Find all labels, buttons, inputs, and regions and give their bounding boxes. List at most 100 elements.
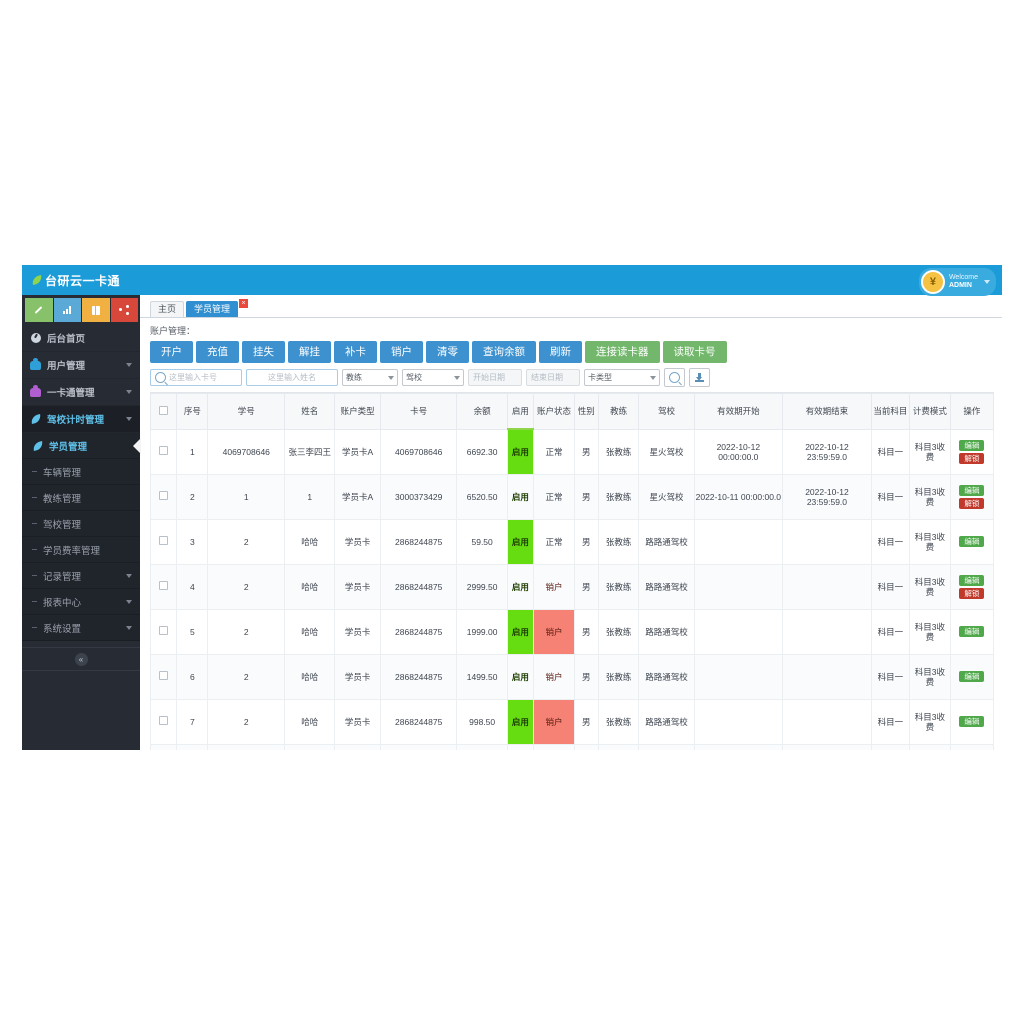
card-type-select[interactable]: 卡类型 <box>584 369 660 386</box>
replace-card-button[interactable]: 补卡 <box>334 341 377 363</box>
sidebar-item-record-management[interactable]: 记录管理 <box>22 563 140 589</box>
row-checkbox-cell[interactable] <box>150 518 178 565</box>
end-date-input[interactable]: 结束日期 <box>526 369 580 386</box>
search-name-input[interactable]: 这里输入姓名 <box>246 369 338 386</box>
cell-valid-to: 2022-10-12 23:59:59.0 <box>782 428 872 475</box>
tab-student-management[interactable]: 学员管理 <box>186 301 239 317</box>
edit-button[interactable]: 编辑 <box>959 671 985 682</box>
chevron-down-icon <box>126 625 132 630</box>
checkbox-icon[interactable] <box>159 491 169 500</box>
start-date-input[interactable]: 开始日期 <box>468 369 522 386</box>
leaf-icon <box>31 275 43 285</box>
col-valid-to: 有效期结束 <box>782 393 872 430</box>
data-table-container[interactable]: 序号 学号 姓名 账户类型 卡号 余额 启用 账户状态 性别 教练 驾校 有效期… <box>150 392 994 750</box>
row-checkbox-cell[interactable] <box>150 608 178 655</box>
clear-balance-button[interactable]: 清零 <box>426 341 469 363</box>
edit-button[interactable]: 编辑 <box>959 484 985 496</box>
sidebar-item-user-management[interactable]: 用户管理 <box>22 352 140 379</box>
cell-actions: 编辑 <box>949 518 994 565</box>
recharge-button[interactable]: 充值 <box>196 341 239 363</box>
download-icon <box>695 373 704 382</box>
row-checkbox-cell[interactable] <box>150 563 178 610</box>
edit-button[interactable]: 编辑 <box>959 716 985 727</box>
table-row[interactable]: 6 2 哈哈 学员卡 2868244875 1499.50 启用 销户男张教练 路路通驾校 科目一… <box>150 653 994 700</box>
sidebar-item-student-management[interactable]: 学员管理 <box>22 433 140 459</box>
cell-gender: 男 <box>573 743 599 750</box>
quick-action-book[interactable] <box>82 298 110 322</box>
cell-gender: 男 <box>573 428 599 475</box>
connect-reader-button[interactable]: 连接读卡器 <box>585 341 660 363</box>
cancel-loss-button[interactable]: 解挂 <box>288 341 331 363</box>
export-button[interactable] <box>689 368 710 387</box>
close-icon[interactable]: × <box>239 299 249 308</box>
cell-enabled: 启用 <box>506 698 535 745</box>
cell-card-no: 2868244875 <box>379 653 458 700</box>
select-all-header[interactable] <box>150 393 178 430</box>
row-checkbox-cell[interactable] <box>150 473 178 520</box>
edit-button[interactable]: 编辑 <box>959 626 985 637</box>
search-card-no-input[interactable]: 这里输入卡号 <box>150 369 242 386</box>
table-row[interactable]: 82哈哈学员卡2868244875499.50启用销户男张教练路路通驾校 科目一科… <box>150 743 994 750</box>
table-row[interactable]: 1 4069708646 张三李四王 学员卡A 4069708646 6692.30 启用正… <box>150 428 994 475</box>
sidebar-item-system-settings[interactable]: 系统设置 <box>22 615 140 641</box>
unlock-button[interactable]: 解锁 <box>959 587 985 599</box>
row-checkbox-cell[interactable] <box>150 743 178 750</box>
checkbox-icon[interactable] <box>159 581 169 590</box>
collapse-icon: « <box>74 652 88 666</box>
row-checkbox-cell[interactable] <box>150 653 178 700</box>
sidebar-item-card-management[interactable]: 一卡通管理 <box>22 379 140 406</box>
chevron-down-icon <box>126 417 132 421</box>
cell-student-no: 4069708646 <box>207 428 286 475</box>
unlock-button[interactable]: 解锁 <box>959 497 985 509</box>
report-loss-button[interactable]: 挂失 <box>242 341 285 363</box>
sidebar-item-dashboard[interactable]: 后台首页 <box>22 325 140 352</box>
query-balance-button[interactable]: 查询余额 <box>472 341 536 363</box>
row-checkbox-cell[interactable] <box>150 428 178 475</box>
cell-name: 哈哈 <box>284 608 336 655</box>
checkbox-icon[interactable] <box>159 671 169 680</box>
quick-action-pencil[interactable] <box>25 298 53 322</box>
unlock-button[interactable]: 解锁 <box>959 452 985 464</box>
sidebar-item-driving-school-timing[interactable]: 驾校计时管理 <box>22 406 140 433</box>
refresh-button[interactable]: 刷新 <box>539 341 582 363</box>
school-select[interactable]: 驾校 <box>402 369 464 386</box>
coach-select[interactable]: 教练 <box>342 369 398 386</box>
checkbox-icon[interactable] <box>159 446 169 455</box>
edit-button[interactable]: 编辑 <box>959 574 985 586</box>
pencil-icon <box>34 306 43 314</box>
checkbox-icon[interactable] <box>159 536 169 545</box>
user-menu[interactable]: ¥ Welcome ADMIN <box>918 268 996 296</box>
checkbox-icon[interactable] <box>159 626 169 635</box>
search-button[interactable] <box>664 368 685 387</box>
edit-button[interactable]: 编辑 <box>959 439 985 451</box>
cell-valid-to <box>782 698 872 745</box>
cell-account-type: 学员卡A <box>334 428 381 475</box>
sidebar-item-report-center[interactable]: 报表中心 <box>22 589 140 615</box>
cell-account-status: 销户 <box>533 743 575 750</box>
sidebar-collapse-button[interactable]: « <box>22 647 140 671</box>
edit-button[interactable]: 编辑 <box>959 536 985 547</box>
tab-home[interactable]: 主页 <box>150 301 185 317</box>
cell-school: 路路通驾校 <box>638 743 695 750</box>
table-row[interactable]: 4 2 哈哈 学员卡 2868244875 2999.50 启用 销户男张教练 路路通驾校 科目一… <box>150 563 994 610</box>
quick-action-chart[interactable] <box>53 298 81 322</box>
checkbox-icon[interactable] <box>159 716 169 725</box>
read-card-button[interactable]: 读取卡号 <box>662 341 727 363</box>
cell-seq: 7 <box>176 698 209 745</box>
table-row[interactable]: 2 1 1 学员卡A 3000373429 6520.50 启用 正常男张教练 星火驾校 2022… <box>150 473 994 520</box>
cell-name: 张三李四王 <box>284 428 336 475</box>
checkbox-icon[interactable] <box>159 405 169 415</box>
table-body: 1 4069708646 张三李四王 学员卡A 4069708646 6692.30 启用正… <box>150 428 994 750</box>
sidebar-item-coach-management[interactable]: 教练管理 <box>22 485 140 511</box>
close-account-button[interactable]: 销户 <box>380 341 423 363</box>
cell-enabled: 启用 <box>506 563 535 610</box>
table-row[interactable]: 5 2 哈哈 学员卡 2868244875 1999.00 启用 销户男张教练 路路通驾校 科目一… <box>150 608 994 655</box>
sidebar-item-school-management[interactable]: 驾校管理 <box>22 511 140 537</box>
sidebar-item-student-rate-management[interactable]: 学员费率管理 <box>22 537 140 563</box>
table-row[interactable]: 7 2 哈哈 学员卡 2868244875 998.50 启用 销户男张教练 路路通驾校 科目一科… <box>150 698 994 745</box>
open-account-button[interactable]: 开户 <box>150 341 193 363</box>
row-checkbox-cell[interactable] <box>150 698 178 745</box>
sidebar-item-vehicle-management[interactable]: 车辆管理 <box>22 459 140 485</box>
table-row[interactable]: 3 2 哈哈 学员卡 2868244875 59.50 启用 正常男张教练 路路通驾校 科目一 科目… <box>150 518 994 565</box>
quick-action-share[interactable] <box>110 298 138 322</box>
